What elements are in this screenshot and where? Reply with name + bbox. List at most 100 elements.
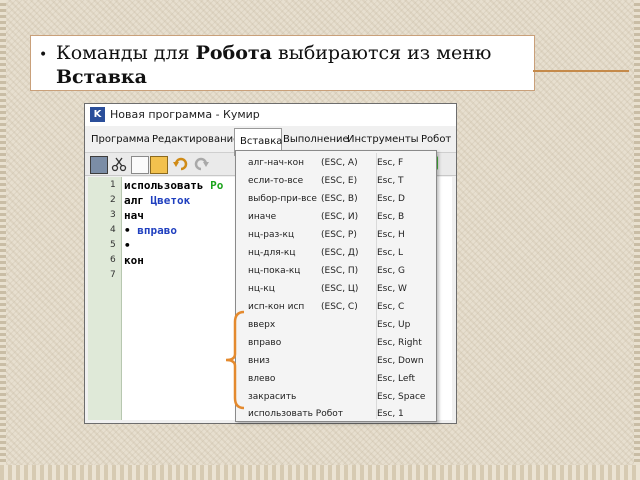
orange-bracket-icon bbox=[225, 310, 245, 410]
menu-item-code: (ESC, A) bbox=[321, 158, 358, 168]
menu-item-shortcut: Esc, B bbox=[377, 212, 405, 222]
insert-dropdown-menu: алг-нач-кон (ESC, A) Esc, F если-то-все (ES… bbox=[235, 150, 437, 422]
slide-text: Команды для Робота выбираются из меню Вс… bbox=[56, 41, 526, 89]
code-line-3: нач bbox=[124, 209, 144, 222]
menu-item-executor[interactable]: исп-кон исп (ESC, С) Esc, C bbox=[236, 299, 436, 316]
redo-icon[interactable] bbox=[193, 156, 209, 172]
menu-item-label: нц-пока-кц bbox=[248, 266, 301, 276]
save-icon[interactable] bbox=[90, 156, 108, 174]
code-keyword: использовать bbox=[124, 179, 204, 192]
code-algorithm-name: Цветок bbox=[150, 194, 191, 207]
menu-item-label: нц-для-кц bbox=[248, 248, 296, 258]
slide-bottom-decoration bbox=[0, 465, 640, 480]
menu-item-else[interactable]: иначе (ESC, И) Esc, B bbox=[236, 209, 436, 226]
menu-item-shortcut: Esc, L bbox=[377, 248, 404, 258]
slide-text-box: • Команды для Робота выбираются из меню … bbox=[30, 35, 535, 91]
menu-item-label: использовать Робот bbox=[248, 409, 343, 419]
menu-item-label: вверх bbox=[248, 320, 276, 330]
menu-item-shortcut: Esc, D bbox=[377, 194, 405, 204]
line-number: 1 bbox=[110, 180, 116, 190]
menu-item-shortcut: Esc, H bbox=[377, 230, 405, 240]
menu-item-code: (ESC, И) bbox=[321, 212, 359, 222]
slide-text-middle: выбираются из меню bbox=[271, 42, 492, 64]
menu-item-loop-while[interactable]: нц-пока-кц (ESC, П) Esc, G bbox=[236, 263, 436, 280]
code-keyword: алг bbox=[124, 194, 144, 207]
code-line-2: алг Цветок bbox=[124, 194, 190, 207]
slide-edge-left bbox=[0, 0, 6, 480]
menu-item-shortcut: Esc, W bbox=[377, 284, 407, 294]
code-module-name: Ро bbox=[210, 179, 224, 192]
menu-item-shortcut: Esc, Space bbox=[377, 392, 426, 402]
menu-item-label: вниз bbox=[248, 356, 270, 366]
line-number: 4 bbox=[110, 225, 116, 235]
window-titlebar: K Новая программа - Кумир bbox=[85, 104, 456, 126]
menu-item-label: исп-кон исп bbox=[248, 302, 305, 312]
line-number: 2 bbox=[110, 195, 116, 205]
slide-text-prefix: Команды для bbox=[56, 42, 196, 64]
code-keyword: кон bbox=[124, 254, 144, 267]
menu-item-loop-times[interactable]: нц-раз-кц (ESC, P) Esc, H bbox=[236, 227, 436, 244]
line-number: 5 bbox=[110, 240, 116, 250]
menu-item-shortcut: Esc, Down bbox=[377, 356, 424, 366]
menu-item-label: если-то-все bbox=[248, 176, 304, 186]
menu-item-left[interactable]: влево Esc, Left bbox=[236, 371, 436, 388]
slide-text-bold-robot: Робота bbox=[195, 42, 272, 64]
menu-edit[interactable]: Редактирование bbox=[152, 134, 239, 145]
menu-item-label: влево bbox=[248, 374, 276, 384]
menu-item-shortcut: Esc, Left bbox=[377, 374, 415, 384]
code-command: вправо bbox=[137, 224, 177, 237]
menu-item-label: иначе bbox=[248, 212, 277, 222]
line-number: 3 bbox=[110, 210, 116, 220]
menu-item-code: (ESC, P) bbox=[321, 230, 357, 240]
menu-item-if[interactable]: если-то-все (ESC, E) Esc, T bbox=[236, 173, 436, 190]
code-marker: • bbox=[124, 224, 131, 237]
line-number: 7 bbox=[110, 270, 116, 280]
menu-item-code: (ESC, E) bbox=[321, 176, 358, 186]
menu-item-down[interactable]: вниз Esc, Down bbox=[236, 353, 436, 370]
menu-item-use-robot[interactable]: использовать Робот Esc, 1 bbox=[236, 406, 436, 423]
cut-icon[interactable] bbox=[111, 156, 127, 172]
menu-item-shortcut: Esc, Up bbox=[377, 320, 411, 330]
window-title: Новая программа - Кумир bbox=[110, 108, 260, 121]
menu-item-shortcut: Esc, G bbox=[377, 266, 406, 276]
line-number-gutter: 1 2 3 4 5 6 7 bbox=[88, 177, 122, 420]
code-line-6: кон bbox=[124, 254, 144, 267]
menu-item-shortcut: Esc, Right bbox=[377, 338, 422, 348]
paste-icon[interactable] bbox=[150, 156, 168, 174]
menu-item-choice[interactable]: выбор-при-все (ESC, B) Esc, D bbox=[236, 191, 436, 208]
menu-item-shortcut: Esc, 1 bbox=[377, 409, 404, 419]
bullet-icon: • bbox=[39, 47, 48, 63]
menu-item-label: вправо bbox=[248, 338, 282, 348]
menu-item-loop-for[interactable]: нц-для-кц (ESC, Д) Esc, L bbox=[236, 245, 436, 262]
menu-item-shortcut: Esc, T bbox=[377, 176, 404, 186]
menu-robot[interactable]: Робот bbox=[421, 134, 451, 145]
slide-edge-right bbox=[634, 0, 640, 480]
menu-item-label: алг-нач-кон bbox=[248, 158, 305, 168]
undo-icon[interactable] bbox=[173, 156, 189, 172]
code-marker: • bbox=[124, 239, 131, 252]
menu-item-code: (ESC, С) bbox=[321, 302, 358, 312]
menu-item-alg[interactable]: алг-нач-кон (ESC, A) Esc, F bbox=[236, 155, 436, 172]
menu-item-label: нц-кц bbox=[248, 284, 275, 294]
menu-program[interactable]: Программа bbox=[91, 134, 150, 145]
menu-insert-label: Вставка bbox=[240, 136, 283, 147]
menu-item-label: закрасить bbox=[248, 392, 297, 402]
menu-item-paint[interactable]: закрасить Esc, Space bbox=[236, 389, 436, 406]
menu-item-right[interactable]: вправо Esc, Right bbox=[236, 335, 436, 352]
copy-icon[interactable] bbox=[131, 156, 149, 174]
menu-item-code: (ESC, B) bbox=[321, 194, 358, 204]
slide-text-bold-insert: Вставка bbox=[56, 66, 147, 88]
menu-run[interactable]: Выполнение bbox=[283, 134, 349, 145]
code-line-5: • bbox=[124, 239, 131, 252]
menu-item-code: (ESC, П) bbox=[321, 266, 359, 276]
menu-item-up[interactable]: вверх Esc, Up bbox=[236, 317, 436, 334]
menu-item-loop[interactable]: нц-кц (ESC, Ц) Esc, W bbox=[236, 281, 436, 298]
menu-tools[interactable]: Инструменты bbox=[347, 134, 419, 145]
code-line-1: использовать Ро bbox=[124, 179, 223, 192]
slide-decoration-line bbox=[533, 70, 629, 72]
menu-item-label: нц-раз-кц bbox=[248, 230, 295, 240]
line-number: 6 bbox=[110, 255, 116, 265]
code-keyword: нач bbox=[124, 209, 144, 222]
code-line-4: • вправо bbox=[124, 224, 177, 237]
menu-item-shortcut: Esc, F bbox=[377, 158, 404, 168]
